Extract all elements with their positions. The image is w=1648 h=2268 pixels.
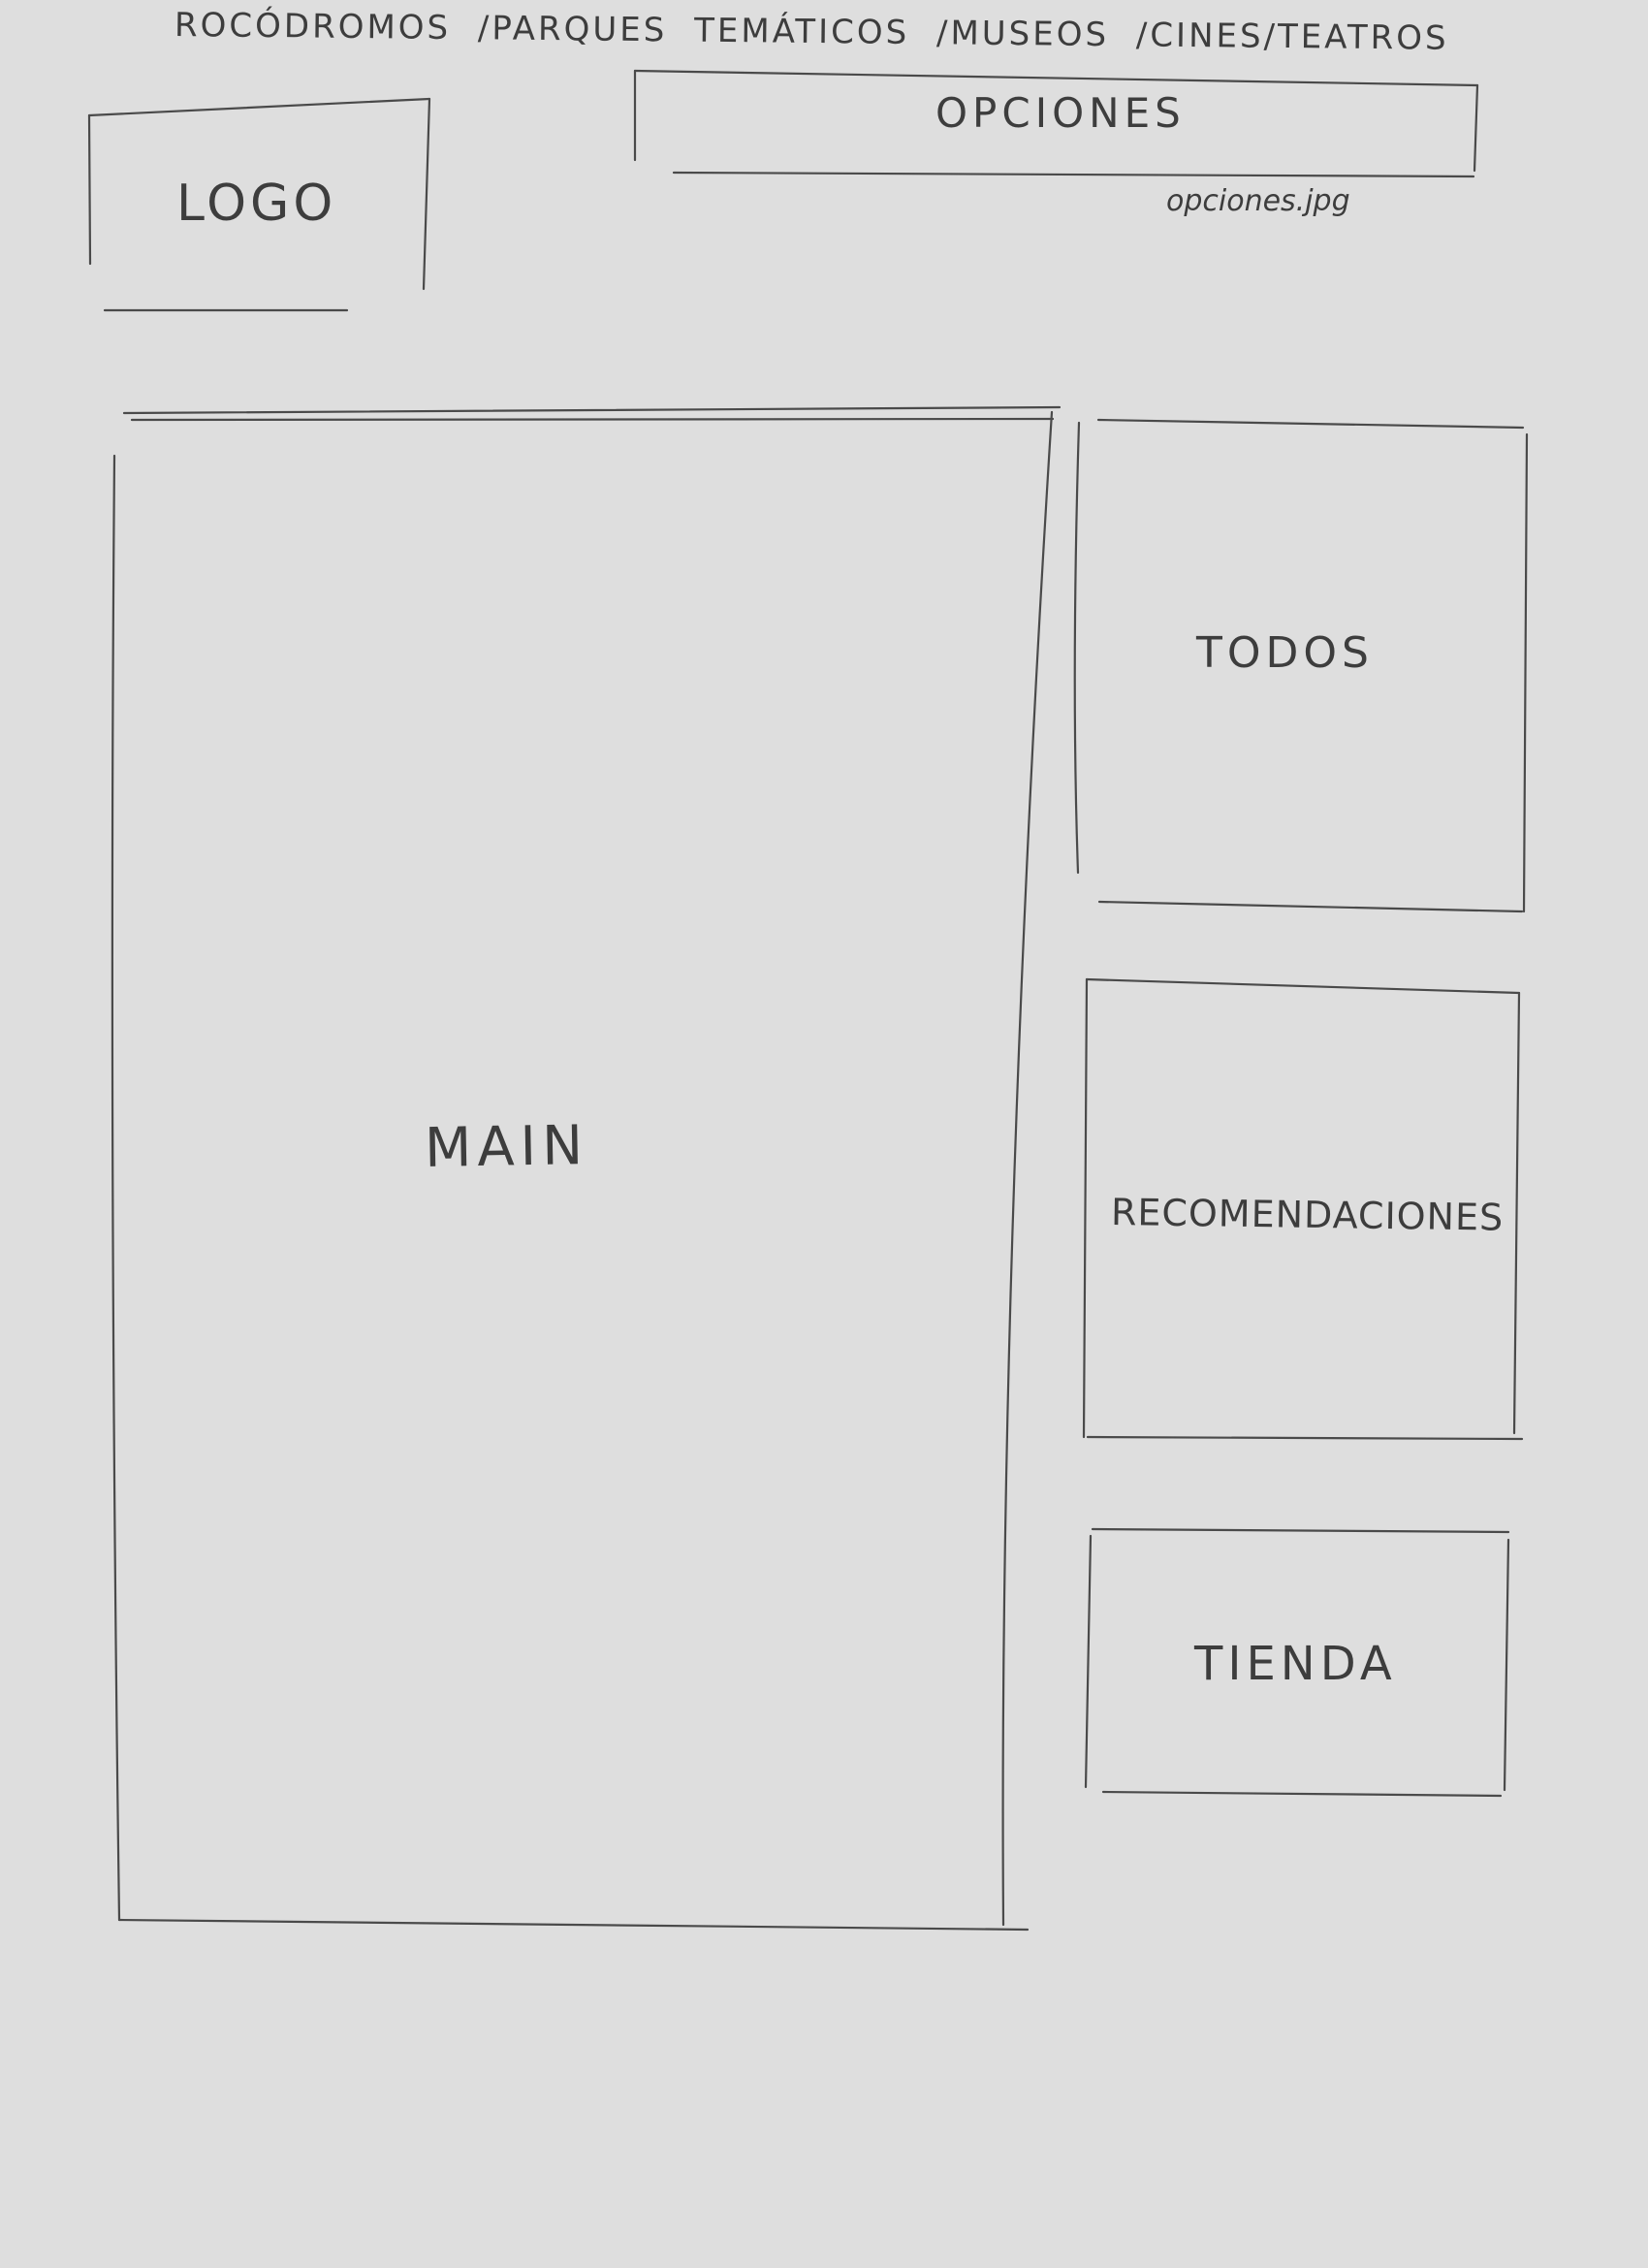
recomendaciones-label: RECOMENDACIONES xyxy=(1110,1191,1505,1239)
opciones-label: OPCIONES xyxy=(935,89,1186,137)
opciones-file-note: opciones.jpg xyxy=(1166,184,1350,218)
wireframe-sketch xyxy=(87,69,1529,1932)
main-label: MAIN xyxy=(424,1114,589,1180)
logo-label: LOGO xyxy=(176,175,337,233)
tienda-label: TIENDA xyxy=(1194,1637,1397,1691)
todos-label: TODOS xyxy=(1196,628,1374,678)
